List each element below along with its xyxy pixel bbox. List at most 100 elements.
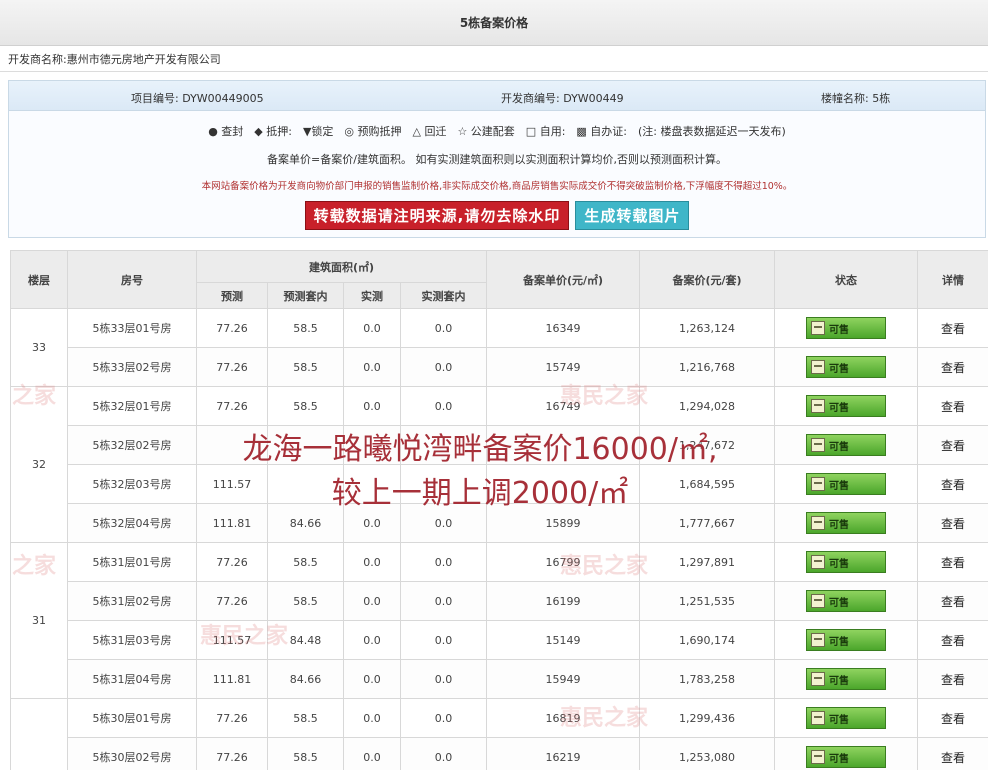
unit-price-cell: 16219 <box>486 737 640 770</box>
available-status-button[interactable]: 可售 <box>806 707 886 729</box>
view-detail-link[interactable]: 查看 <box>941 673 965 687</box>
header-floor: 楼层 <box>10 250 68 309</box>
actual-area-cell: 0.0 <box>343 620 401 660</box>
available-status-button[interactable]: 可售 <box>806 551 886 573</box>
available-status-button[interactable]: 可售 <box>806 629 886 651</box>
predicted-inner-cell: 58.5 <box>267 386 344 426</box>
status-cell: 可售 <box>774 737 918 770</box>
predicted-area-cell: 77.26 <box>196 308 268 348</box>
project-info-header: 项目编号: DYW00449005 开发商编号: DYW00449 楼幢名称: … <box>9 81 985 111</box>
view-detail-link[interactable]: 查看 <box>941 634 965 648</box>
unit-price-cell: 16349 <box>486 308 640 348</box>
room-cell: 5栋31层03号房 <box>67 620 197 660</box>
available-status-button[interactable]: 可售 <box>806 668 886 690</box>
repost-notice-button[interactable]: 转载数据请注明来源,请勿去除水印 <box>304 201 570 230</box>
predicted-inner-cell: 58.5 <box>267 308 344 348</box>
view-detail-link[interactable]: 查看 <box>941 595 965 609</box>
view-detail-link[interactable]: 查看 <box>941 556 965 570</box>
floor-cell: 32 <box>10 386 68 543</box>
table-row: 5栋31层04号房 111.81 84.66 0.0 0.0 15949 1,783,258… <box>11 659 988 699</box>
table-row: 5栋30层02号房 77.26 58.5 0.0 0.0 16219 1,253,080 可售… <box>11 737 988 770</box>
price-table-body: 33 5栋33层01号房 77.26 58.5 0.0 0.0 16349 1,263,124… <box>10 308 988 770</box>
actual-area-cell: 0.0 <box>343 308 401 348</box>
actual-area-cell: 0.0 <box>343 698 401 738</box>
developer-row: 开发商名称: 惠州市德元房地产开发有限公司 <box>0 46 988 72</box>
detail-cell: 查看 <box>917 659 988 699</box>
available-status-button[interactable]: 可售 <box>806 746 886 768</box>
view-detail-link[interactable]: 查看 <box>941 439 965 453</box>
table-row: 5栋30层01号房 77.26 58.5 0.0 0.0 16819 1,299,436 可售… <box>10 698 988 770</box>
room-cell: 5栋31层02号房 <box>67 581 197 621</box>
predicted-area-cell: 77.26 <box>196 386 268 426</box>
status-label: 可售 <box>829 558 849 570</box>
detail-cell: 查看 <box>917 464 988 504</box>
unit-price-cell: 15749 <box>486 347 640 387</box>
actual-area-cell: 0.0 <box>343 542 401 582</box>
view-detail-link[interactable]: 查看 <box>941 751 965 765</box>
predicted-area-cell: 111.57 <box>196 620 268 660</box>
actual-area-cell: 0.0 <box>343 581 401 621</box>
status-cell: 可售 <box>774 542 918 582</box>
project-info-box: 项目编号: DYW00449005 开发商编号: DYW00449 楼幢名称: … <box>8 80 986 238</box>
predicted-inner-cell: 58.5 <box>267 347 344 387</box>
status-cell: 可售 <box>774 386 918 426</box>
total-price-cell: 1,783,258 <box>639 659 775 699</box>
document-icon <box>811 594 825 608</box>
detail-cell: 查看 <box>917 347 988 387</box>
unit-price-cell: 16749 <box>486 386 640 426</box>
total-price-cell: 1,216,768 <box>639 347 775 387</box>
status-label: 可售 <box>829 636 849 648</box>
table-row: 33 5栋33层01号房 77.26 58.5 0.0 0.0 16349 1,263,124… <box>10 308 988 387</box>
actual-inner-cell: 0.0 <box>400 347 487 387</box>
view-detail-link[interactable]: 查看 <box>941 478 965 492</box>
header-room: 房号 <box>67 250 197 309</box>
status-cell: 可售 <box>774 698 918 738</box>
view-detail-link[interactable]: 查看 <box>941 361 965 375</box>
action-buttons: 转载数据请注明来源,请勿去除水印 生成转载图片 <box>9 201 985 230</box>
document-icon <box>811 321 825 335</box>
generate-image-button[interactable]: 生成转载图片 <box>575 201 690 230</box>
view-detail-link[interactable]: 查看 <box>941 517 965 531</box>
headline-line-2: 较上一期上调2000/㎡ <box>331 476 629 511</box>
document-icon <box>811 516 825 530</box>
predicted-area-cell: 111.81 <box>196 659 268 699</box>
available-status-button[interactable]: 可售 <box>806 356 886 378</box>
developer-name: 惠州市德元房地产开发有限公司 <box>66 52 221 66</box>
status-label: 可售 <box>829 402 849 414</box>
actual-inner-cell: 0.0 <box>400 620 487 660</box>
actual-inner-cell: 0.0 <box>400 737 487 770</box>
total-price-cell: 1,299,436 <box>639 698 775 738</box>
available-status-button[interactable]: 可售 <box>806 395 886 417</box>
header-total-price: 备案价(元/套) <box>639 250 775 309</box>
view-detail-link[interactable]: 查看 <box>941 322 965 336</box>
predicted-area-cell: 77.26 <box>196 581 268 621</box>
room-cell: 5栋32层01号房 <box>67 386 197 426</box>
total-price-cell: 1,690,174 <box>639 620 775 660</box>
status-label: 可售 <box>829 597 849 609</box>
document-icon <box>811 399 825 413</box>
room-cell: 5栋30层02号房 <box>67 737 197 770</box>
status-label: 可售 <box>829 675 849 687</box>
actual-inner-cell: 0.0 <box>400 386 487 426</box>
document-icon <box>811 360 825 374</box>
detail-cell: 查看 <box>917 503 988 543</box>
status-cell: 可售 <box>774 620 918 660</box>
detail-cell: 查看 <box>917 581 988 621</box>
predicted-inner-cell: 84.66 <box>267 659 344 699</box>
predicted-inner-cell: 58.5 <box>267 581 344 621</box>
view-detail-link[interactable]: 查看 <box>941 400 965 414</box>
detail-cell: 查看 <box>917 737 988 770</box>
status-cell: 可售 <box>774 308 918 348</box>
header-actual: 实测 <box>343 282 401 309</box>
actual-inner-cell: 0.0 <box>400 581 487 621</box>
available-status-button[interactable]: 可售 <box>806 590 886 612</box>
header-status: 状态 <box>774 250 918 309</box>
page-title: 5栋备案价格 <box>0 0 988 46</box>
available-status-button[interactable]: 可售 <box>806 317 886 339</box>
price-formula-note: 备案单价=备案价/建筑面积。 如有实测建筑面积则以实测面积计算均价,否则以预测面… <box>267 153 727 166</box>
actual-inner-cell: 0.0 <box>400 659 487 699</box>
view-detail-link[interactable]: 查看 <box>941 712 965 726</box>
header-area-group: 建筑面积(㎡) <box>196 250 487 283</box>
developer-label: 开发商名称: <box>8 52 67 66</box>
unit-price-cell: 16819 <box>486 698 640 738</box>
